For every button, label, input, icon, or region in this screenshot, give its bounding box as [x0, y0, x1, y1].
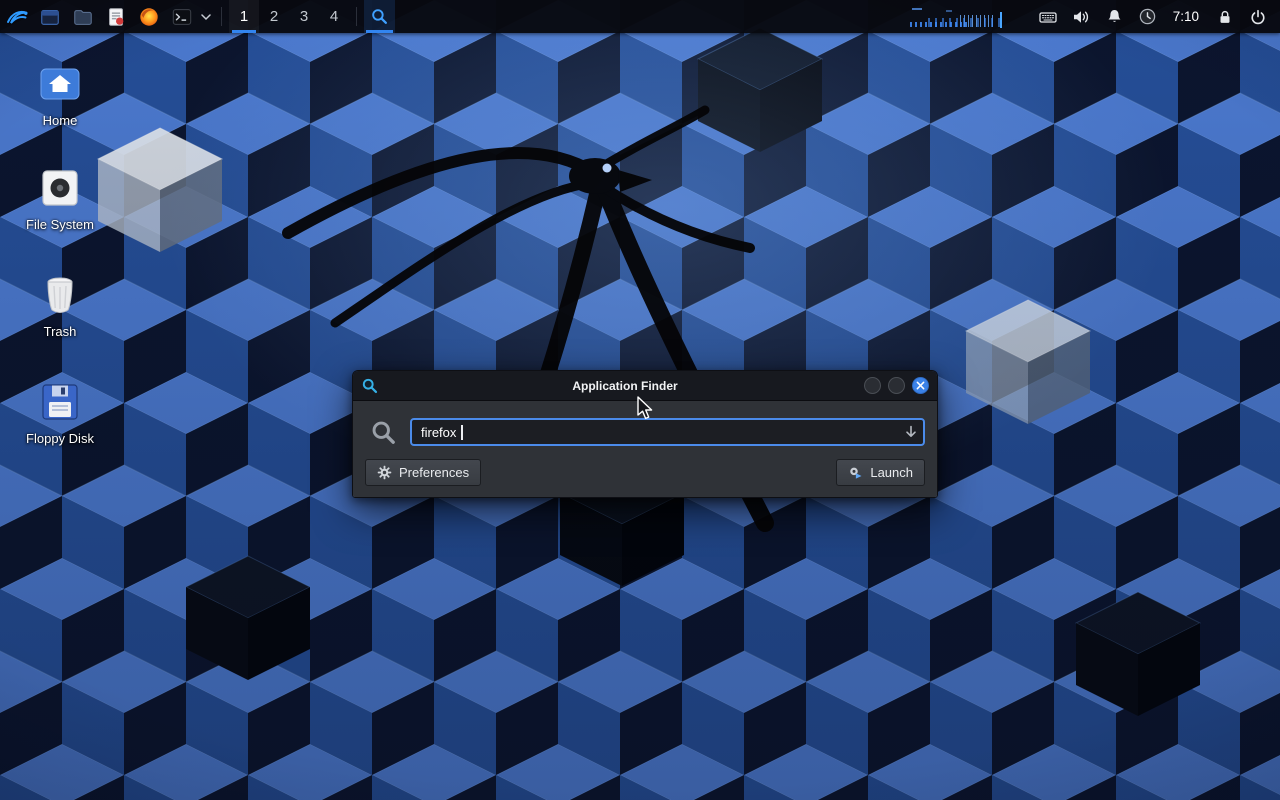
- text-editor-icon: [105, 6, 127, 28]
- lock-screen-button[interactable]: [1208, 0, 1241, 33]
- panel-separator: [356, 7, 357, 26]
- firefox-launcher[interactable]: [132, 0, 165, 33]
- graph-speck: [946, 10, 952, 12]
- folder-launcher[interactable]: [66, 0, 99, 33]
- maximize-button[interactable]: [888, 377, 905, 394]
- window-title: Application Finder: [353, 379, 897, 393]
- desktop-icon-label: Floppy Disk: [26, 431, 94, 446]
- workspace-button-2[interactable]: 2: [259, 0, 289, 33]
- desktop-icon-label: File System: [26, 217, 94, 232]
- folder-icon: [72, 6, 94, 28]
- desktop-icon-trash[interactable]: Trash: [14, 273, 106, 339]
- panel-separator: [221, 7, 222, 26]
- file-manager-icon: [39, 6, 61, 28]
- workspace-button-3[interactable]: 3: [289, 0, 319, 33]
- terminal-launcher[interactable]: [165, 0, 198, 33]
- input-dropdown-arrow[interactable]: [905, 425, 917, 439]
- desktop-icon-label: Home: [43, 113, 78, 128]
- desktop-screen: 1 2 3 4: [0, 0, 1280, 800]
- button-row: Preferences Launch: [365, 459, 925, 486]
- finder-body: firefox: [353, 401, 937, 497]
- launch-button-label: Launch: [870, 465, 913, 480]
- drive-icon: [41, 166, 79, 210]
- home-folder-icon: [40, 62, 80, 106]
- lock-icon: [1216, 8, 1234, 26]
- text-editor-launcher[interactable]: [99, 0, 132, 33]
- text-caret: [461, 425, 463, 440]
- terminal-icon: [171, 6, 193, 28]
- top-panel: 1 2 3 4: [0, 0, 1280, 33]
- clock-text: 7:10: [1173, 9, 1199, 24]
- terminal-dropdown-chevron[interactable]: [198, 0, 214, 33]
- kali-logo-icon: [5, 5, 29, 29]
- preferences-button-label: Preferences: [399, 465, 469, 480]
- power-button[interactable]: [1241, 0, 1274, 33]
- desktop-icon-floppy-disk[interactable]: Floppy Disk: [14, 380, 106, 446]
- workspace-label: 2: [270, 8, 278, 25]
- launch-button[interactable]: Launch: [836, 459, 925, 486]
- kali-menu-button[interactable]: [0, 0, 33, 33]
- tray-status-button[interactable]: [1131, 0, 1164, 33]
- application-finder-window-icon: [361, 377, 378, 394]
- status-clock-icon: [1138, 7, 1157, 26]
- close-icon: [916, 381, 925, 390]
- desktop-icon-file-system[interactable]: File System: [14, 166, 106, 232]
- minimize-button[interactable]: [864, 377, 881, 394]
- keyboard-icon: [1038, 7, 1058, 27]
- cpu-graph-widget[interactable]: [906, 4, 1024, 30]
- desktop-icon-label: Trash: [44, 324, 77, 339]
- search-input[interactable]: firefox: [410, 418, 925, 446]
- workspace-button-4[interactable]: 4: [319, 0, 349, 33]
- preferences-button[interactable]: Preferences: [365, 459, 481, 486]
- search-query-text: firefox: [421, 425, 456, 440]
- workspace-button-1[interactable]: 1: [229, 0, 259, 33]
- search-icon: [370, 419, 397, 446]
- graph-speck: [912, 8, 922, 10]
- notifications-button[interactable]: [1098, 0, 1131, 33]
- clock[interactable]: 7:10: [1164, 9, 1208, 24]
- close-button[interactable]: [912, 377, 929, 394]
- speaker-icon: [1071, 7, 1091, 27]
- search-row: firefox: [365, 418, 925, 446]
- launch-icon: [848, 465, 863, 480]
- volume-button[interactable]: [1065, 0, 1098, 33]
- application-finder-plugin-button[interactable]: [364, 0, 395, 33]
- workspace-label: 3: [300, 8, 308, 25]
- titlebar[interactable]: Application Finder: [353, 371, 937, 401]
- power-icon: [1249, 8, 1267, 26]
- panel-tray: 7:10: [906, 0, 1280, 33]
- gear-icon: [377, 465, 392, 480]
- panel-launchers: 1 2 3 4: [0, 0, 395, 33]
- firefox-icon: [138, 6, 160, 28]
- keyboard-indicator-button[interactable]: [1032, 0, 1065, 33]
- workspace-label: 4: [330, 8, 338, 25]
- chevron-down-icon: [201, 13, 211, 21]
- bell-icon: [1105, 7, 1124, 26]
- graph-spike: [1000, 12, 1002, 28]
- trash-icon: [42, 273, 78, 317]
- window-buttons: [864, 377, 929, 394]
- desktop-icon-home[interactable]: Home: [14, 62, 106, 128]
- search-icon: [370, 7, 389, 26]
- file-manager-launcher[interactable]: [33, 0, 66, 33]
- workspace-label: 1: [240, 8, 248, 25]
- application-finder-window: Application Finder: [352, 370, 938, 498]
- arrow-down-icon: [905, 425, 917, 439]
- floppy-icon: [41, 380, 79, 424]
